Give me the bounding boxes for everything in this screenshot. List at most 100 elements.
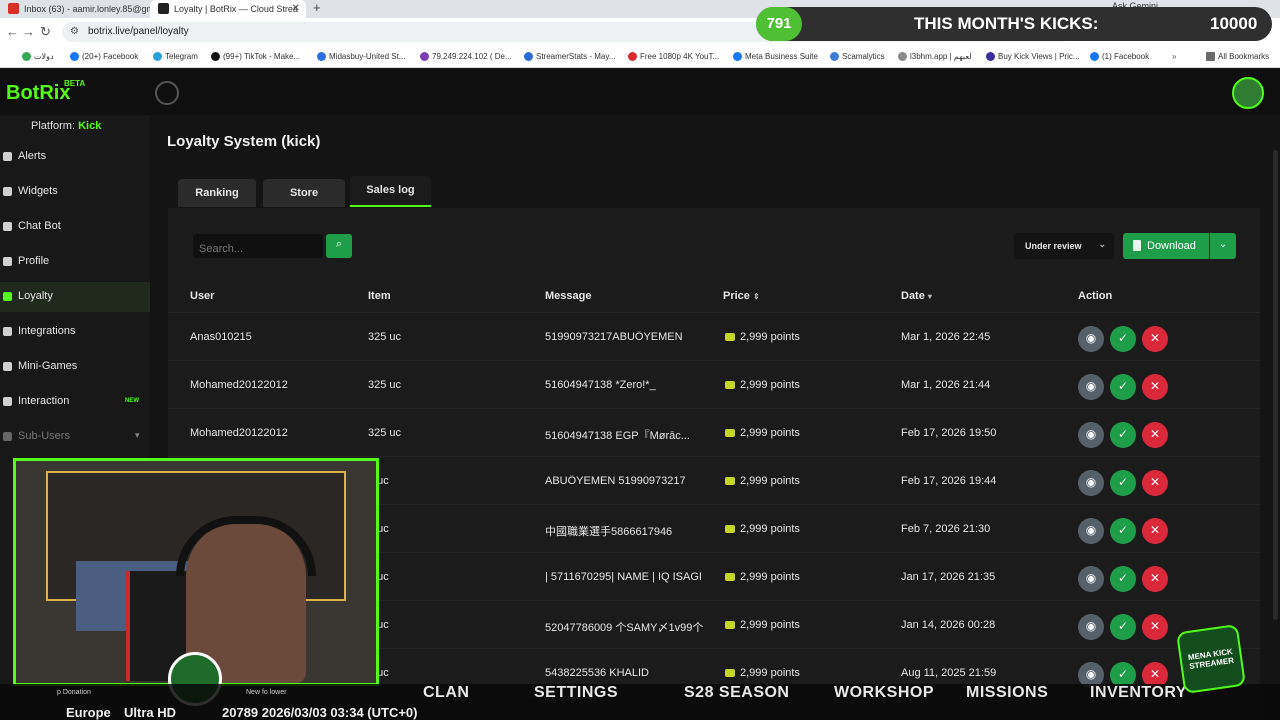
cell-price: 2,999 points: [725, 331, 800, 343]
table-row: Mohamed20122012 325 uc 51604947138 EGP『Mør…: [168, 409, 1260, 457]
close-icon: ✕: [1149, 619, 1161, 633]
approve-button[interactable]: ✓: [1110, 566, 1136, 592]
approve-button[interactable]: ✓: [1110, 326, 1136, 352]
reject-button[interactable]: ✕: [1142, 374, 1168, 400]
sidebar-item-integrations[interactable]: Integrations: [0, 317, 150, 347]
view-button[interactable]: ◉: [1078, 614, 1104, 640]
sidebar-item-alerts[interactable]: Alerts: [0, 142, 150, 172]
alert-icon: [3, 152, 12, 161]
view-button[interactable]: ◉: [1078, 422, 1104, 448]
status-filter-select[interactable]: Under review ⌄: [1014, 233, 1114, 259]
approve-button[interactable]: ✓: [1110, 470, 1136, 496]
reload-icon[interactable]: ↻: [40, 24, 51, 40]
points-coin-icon: [725, 525, 735, 533]
bookmark-item[interactable]: 79.249.224.102 ( De...: [420, 52, 512, 61]
bookmark-item[interactable]: Scamalytics: [830, 52, 885, 61]
tab-label: Loyalty | BotRix — Cloud Strea: [174, 4, 298, 14]
page-scrollbar[interactable]: [1273, 150, 1278, 620]
streamerstats-icon: [524, 52, 533, 61]
check-icon: ✓: [1117, 331, 1129, 345]
download-options-button[interactable]: ⌄: [1210, 233, 1236, 259]
close-icon: ✕: [1149, 523, 1161, 537]
new-badge: NEW: [125, 398, 139, 404]
reject-button[interactable]: ✕: [1142, 566, 1168, 592]
kicks-goal: 10000: [1210, 14, 1258, 33]
game-menu-settings: SETTINGS: [534, 684, 619, 701]
reject-button[interactable]: ✕: [1142, 326, 1168, 352]
reject-button[interactable]: ✕: [1142, 518, 1168, 544]
more-bookmarks-icon[interactable]: »: [1172, 52, 1176, 61]
search-button[interactable]: ⌕: [326, 234, 352, 258]
table-row: Mohamed20122012 325 uc 51604947138 *Zero!*…: [168, 361, 1260, 409]
eye-icon: ◉: [1085, 475, 1097, 489]
tab-ranking[interactable]: Ranking: [178, 179, 256, 207]
cell-item: 325 uc: [368, 379, 402, 391]
bookmark-item[interactable]: دولات: [22, 52, 54, 61]
site-info-icon[interactable]: ⚙: [70, 26, 79, 37]
column-header-date[interactable]: Date ▾: [901, 290, 932, 302]
reject-button[interactable]: ✕: [1142, 614, 1168, 640]
approve-button[interactable]: ✓: [1110, 374, 1136, 400]
bookmark-item[interactable]: Telegram: [153, 52, 198, 61]
view-button[interactable]: ◉: [1078, 470, 1104, 496]
back-icon[interactable]: ←: [6, 24, 19, 39]
all-bookmarks-button[interactable]: All Bookmarks: [1206, 52, 1269, 61]
page-title: Loyalty System (kick): [167, 133, 321, 150]
view-button[interactable]: ◉: [1078, 374, 1104, 400]
browser-tab-inbox[interactable]: Inbox (63) - aamir.lonley.85@gm: [0, 0, 150, 18]
bookmark-item[interactable]: StreamerStats - May...: [524, 52, 615, 61]
check-icon: ✓: [1117, 523, 1129, 537]
bookmark-item[interactable]: (20+) Facebook: [70, 52, 138, 61]
new-tab-button[interactable]: +: [313, 0, 321, 15]
search-input[interactable]: [193, 234, 323, 258]
reject-button[interactable]: ✕: [1142, 470, 1168, 496]
sidebar-item-profile[interactable]: Profile: [0, 247, 150, 277]
close-icon: ✕: [1149, 475, 1161, 489]
sidebar-item-interaction[interactable]: Interaction NEW: [0, 387, 150, 417]
beta-badge: BETA: [64, 79, 86, 88]
loyalty-icon: [3, 292, 12, 301]
column-header-price[interactable]: Price ⇕: [723, 290, 760, 302]
eye-icon: ◉: [1085, 667, 1097, 681]
sidebar-item-sub-users[interactable]: Sub-Users ▾: [0, 422, 150, 452]
cell-date: Feb 17, 2026 19:50: [901, 427, 997, 439]
download-button[interactable]: Download: [1123, 233, 1209, 259]
file-icon: [1133, 240, 1141, 251]
points-coin-icon: [725, 621, 735, 629]
check-icon: ✓: [1117, 427, 1129, 441]
sidebar-item-mini-games[interactable]: Mini-Games: [0, 352, 150, 382]
bookmark-item[interactable]: Free 1080p 4K YouT...: [628, 52, 719, 61]
view-button[interactable]: ◉: [1078, 518, 1104, 544]
cell-date: Aug 11, 2025 21:59: [901, 667, 997, 679]
sidebar-item-widgets[interactable]: Widgets: [0, 177, 150, 207]
botrix-logo[interactable]: BotRix BETA: [6, 79, 85, 105]
sidebar-item-chat-bot[interactable]: Chat Bot: [0, 212, 150, 242]
view-button[interactable]: ◉: [1078, 566, 1104, 592]
bookmark-item[interactable]: l3bhm.app | لعبهم: [898, 52, 972, 61]
cell-date: Mar 1, 2026 21:44: [901, 379, 991, 391]
user-avatar[interactable]: [1232, 77, 1264, 109]
interaction-icon: [3, 397, 12, 406]
cell-date: Mar 1, 2026 22:45: [901, 331, 991, 343]
browser-tab-loyalty[interactable]: Loyalty | BotRix — Cloud Strea ✕: [150, 0, 306, 18]
bookmark-item[interactable]: (99+) TikTok - Make...: [211, 52, 300, 61]
gamepad-icon: [3, 362, 12, 371]
game-menu-clan: CLAN: [423, 684, 470, 701]
reject-button[interactable]: ✕: [1142, 422, 1168, 448]
approve-button[interactable]: ✓: [1110, 614, 1136, 640]
bookmark-item[interactable]: Meta Business Suite: [733, 52, 818, 61]
bookmark-item[interactable]: Midasbuy-United St...: [317, 52, 405, 61]
tab-store[interactable]: Store: [263, 179, 345, 207]
cell-message: ABUŐYEMEN 51990973217: [545, 475, 686, 487]
view-button[interactable]: ◉: [1078, 326, 1104, 352]
tab-sales-log[interactable]: Sales log: [350, 176, 431, 207]
close-tab-icon[interactable]: ✕: [292, 3, 300, 14]
approve-button[interactable]: ✓: [1110, 422, 1136, 448]
approve-button[interactable]: ✓: [1110, 518, 1136, 544]
bookmark-item[interactable]: Buy Kick Views | Pric...: [986, 52, 1080, 61]
sidebar-item-loyalty[interactable]: Loyalty: [0, 282, 150, 312]
forward-icon[interactable]: →: [22, 24, 35, 39]
cell-price: 2,999 points: [725, 571, 800, 583]
eye-icon: ◉: [1085, 379, 1097, 393]
bookmark-item[interactable]: (1) Facebook: [1090, 52, 1149, 61]
